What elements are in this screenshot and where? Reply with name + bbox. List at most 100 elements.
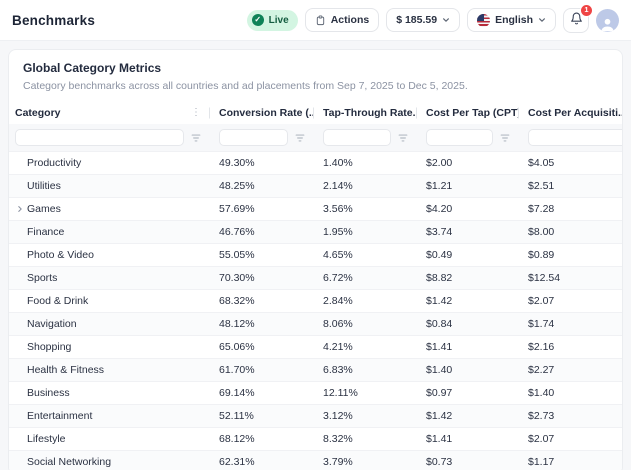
card-subtitle: Category benchmarks across all countries… (23, 80, 468, 92)
top-header-bar: Benchmarks ✓ Live Actions $ 185.59 Engli… (0, 0, 631, 41)
tap-through-rate-cell: 1.40% (323, 157, 353, 169)
conversion-rate-cell: 62.31% (219, 456, 255, 468)
live-status-badge: ✓ Live (246, 9, 298, 31)
category-cell: Business (27, 387, 70, 399)
column-header-cost-per-acquisition[interactable]: Cost Per Acquisiti... ⋮ (518, 101, 622, 124)
category-cell: Finance (27, 226, 65, 238)
notifications-button[interactable]: 1 (563, 3, 593, 33)
table-row[interactable]: Navigation 48.12% 8.06% $0.84 $1.74 (9, 312, 622, 335)
clipboard-icon (315, 14, 326, 26)
tap-through-rate-cell: 2.14% (323, 180, 353, 192)
category-cell: Navigation (27, 318, 77, 330)
actions-button-label: Actions (330, 14, 370, 26)
category-cell: Photo & Video (27, 249, 94, 261)
filter-input-cost-per-tap[interactable] (426, 129, 493, 146)
tap-through-rate-cell: 2.84% (323, 295, 353, 307)
table-row[interactable]: Finance 46.76% 1.95% $3.74 $8.00 (9, 220, 622, 243)
table-row[interactable]: Photo & Video 55.05% 4.65% $0.49 $0.89 (9, 243, 622, 266)
column-header-tap-through-rate[interactable]: Tap-Through Rate... ⋮ (313, 101, 416, 124)
tap-through-rate-cell: 3.79% (323, 456, 353, 468)
cost-per-acquisition-cell: $0.89 (528, 249, 555, 261)
table-row[interactable]: Health & Fitness 61.70% 6.83% $1.40 $2.2… (9, 358, 622, 381)
tap-through-rate-cell: 8.32% (323, 433, 353, 445)
column-label: Cost Per Tap (CPT) (426, 106, 518, 119)
category-cell: Social Networking (27, 456, 112, 468)
tap-through-rate-cell: 12.11% (323, 387, 358, 399)
cost-per-tap-cell: $8.82 (426, 272, 453, 284)
currency-selector[interactable]: $ 185.59 (386, 8, 461, 32)
filter-funnel-icon[interactable] (398, 133, 408, 143)
column-header-conversion-rate[interactable]: Conversion Rate (... ⋮ (209, 101, 313, 124)
tap-through-rate-cell: 6.83% (323, 364, 353, 376)
conversion-rate-cell: 68.12% (219, 433, 255, 445)
cost-per-tap-cell: $1.42 (426, 410, 453, 422)
chevron-down-icon (442, 16, 450, 24)
conversion-rate-cell: 52.11% (219, 410, 254, 422)
category-cell: Health & Fitness (27, 364, 105, 376)
cost-per-tap-cell: $0.97 (426, 387, 453, 399)
tap-through-rate-cell: 1.95% (323, 226, 353, 238)
notification-count-badge: 1 (580, 3, 593, 17)
check-circle-icon: ✓ (251, 14, 264, 26)
conversion-rate-cell: 69.14% (219, 387, 255, 399)
conversion-rate-cell: 68.32% (219, 295, 255, 307)
filter-funnel-icon[interactable] (295, 133, 305, 143)
table-row[interactable]: Lifestyle 68.12% 8.32% $1.41 $2.07 (9, 427, 622, 450)
conversion-rate-cell: 48.25% (219, 180, 255, 192)
language-selector[interactable]: English (467, 8, 556, 32)
category-cell: Productivity (27, 157, 82, 169)
cost-per-acquisition-cell: $2.51 (528, 180, 555, 192)
cost-per-acquisition-cell: $2.16 (528, 341, 555, 353)
column-menu-icon[interactable]: ⋮ (187, 107, 201, 118)
filter-input-conversion-rate[interactable] (219, 129, 288, 146)
filter-input-tap-through-rate[interactable] (323, 129, 391, 146)
table-row[interactable]: Sports 70.30% 6.72% $8.82 $12.54 (9, 266, 622, 289)
chevron-down-icon (538, 16, 546, 24)
cost-per-tap-cell: $2.00 (426, 157, 453, 169)
user-avatar[interactable] (596, 8, 619, 32)
table-row[interactable]: Games 57.69% 3.56% $4.20 $7.28 (9, 197, 622, 220)
category-cell: Food & Drink (27, 295, 89, 307)
conversion-rate-cell: 57.69% (219, 203, 255, 215)
tap-through-rate-cell: 4.65% (323, 249, 353, 261)
actions-button[interactable]: Actions (304, 8, 380, 32)
column-header-category[interactable]: Category ⋮ (9, 101, 209, 124)
cost-per-acquisition-cell: $12.54 (528, 272, 561, 284)
cost-per-tap-cell: $0.73 (426, 456, 453, 468)
column-label: Cost Per Acquisiti... (528, 106, 622, 119)
tap-through-rate-cell: 6.72% (323, 272, 353, 284)
table-row[interactable]: Business 69.14% 12.11% $0.97 $1.40 (9, 381, 622, 404)
cost-per-tap-cell: $0.49 (426, 249, 453, 261)
cost-per-tap-cell: $1.40 (426, 364, 453, 376)
card-title: Global Category Metrics (23, 61, 162, 75)
cost-per-acquisition-cell: $4.05 (528, 157, 555, 169)
filter-funnel-icon[interactable] (500, 133, 510, 143)
table-row[interactable]: Utilities 48.25% 2.14% $1.21 $2.51 (9, 174, 622, 197)
cost-per-tap-cell: $4.20 (426, 203, 453, 215)
cost-per-tap-cell: $1.42 (426, 295, 453, 307)
conversion-rate-cell: 65.06% (219, 341, 255, 353)
category-cell: Entertainment (27, 410, 93, 422)
column-label: Category (15, 106, 61, 119)
tap-through-rate-cell: 8.06% (323, 318, 353, 330)
expander-chevron-icon[interactable] (14, 205, 25, 213)
cost-per-acquisition-cell: $8.00 (528, 226, 555, 238)
cost-per-acquisition-cell: $1.40 (528, 387, 555, 399)
cost-per-tap-cell: $1.21 (426, 180, 453, 192)
cost-per-tap-cell: $1.41 (426, 341, 453, 353)
cost-per-acquisition-cell: $2.27 (528, 364, 555, 376)
column-label: Tap-Through Rate... (323, 106, 416, 119)
table-row[interactable]: Productivity 49.30% 1.40% $2.00 $4.05 (9, 151, 622, 174)
cost-per-acquisition-cell: $2.07 (528, 295, 555, 307)
cost-per-acquisition-cell: $1.17 (528, 456, 555, 468)
cost-per-acquisition-cell: $1.74 (528, 318, 555, 330)
filter-input-cost-per-acquisition[interactable] (528, 129, 622, 146)
column-header-cost-per-tap[interactable]: Cost Per Tap (CPT) ⋮ (416, 101, 518, 124)
table-row[interactable]: Entertainment 52.11% 3.12% $1.42 $2.73 (9, 404, 622, 427)
table-row[interactable]: Food & Drink 68.32% 2.84% $1.42 $2.07 (9, 289, 622, 312)
filter-input-category[interactable] (15, 129, 184, 146)
table-row[interactable]: Shopping 65.06% 4.21% $1.41 $2.16 (9, 335, 622, 358)
table-header-row: Category ⋮ Conversion Rate (... ⋮ Tap-Th… (9, 101, 622, 124)
table-row[interactable]: Social Networking 62.31% 3.79% $0.73 $1.… (9, 450, 622, 470)
filter-funnel-icon[interactable] (191, 133, 201, 143)
